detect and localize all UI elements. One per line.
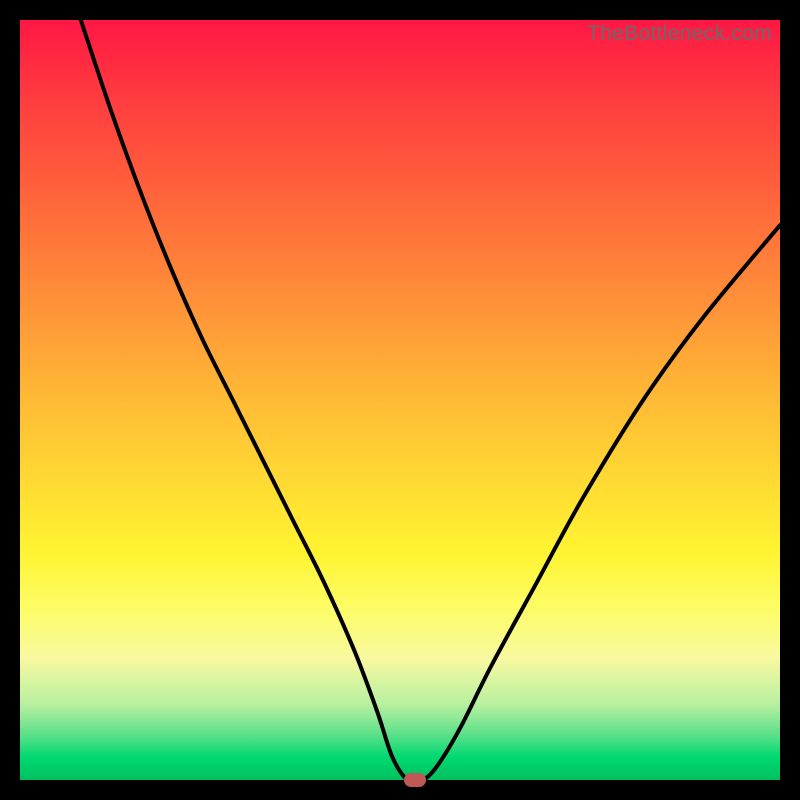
bottleneck-curve xyxy=(20,20,780,780)
optimal-point-marker xyxy=(404,773,426,787)
plot-area: TheBottleneck.com xyxy=(20,20,780,780)
chart-frame: TheBottleneck.com xyxy=(0,0,800,800)
